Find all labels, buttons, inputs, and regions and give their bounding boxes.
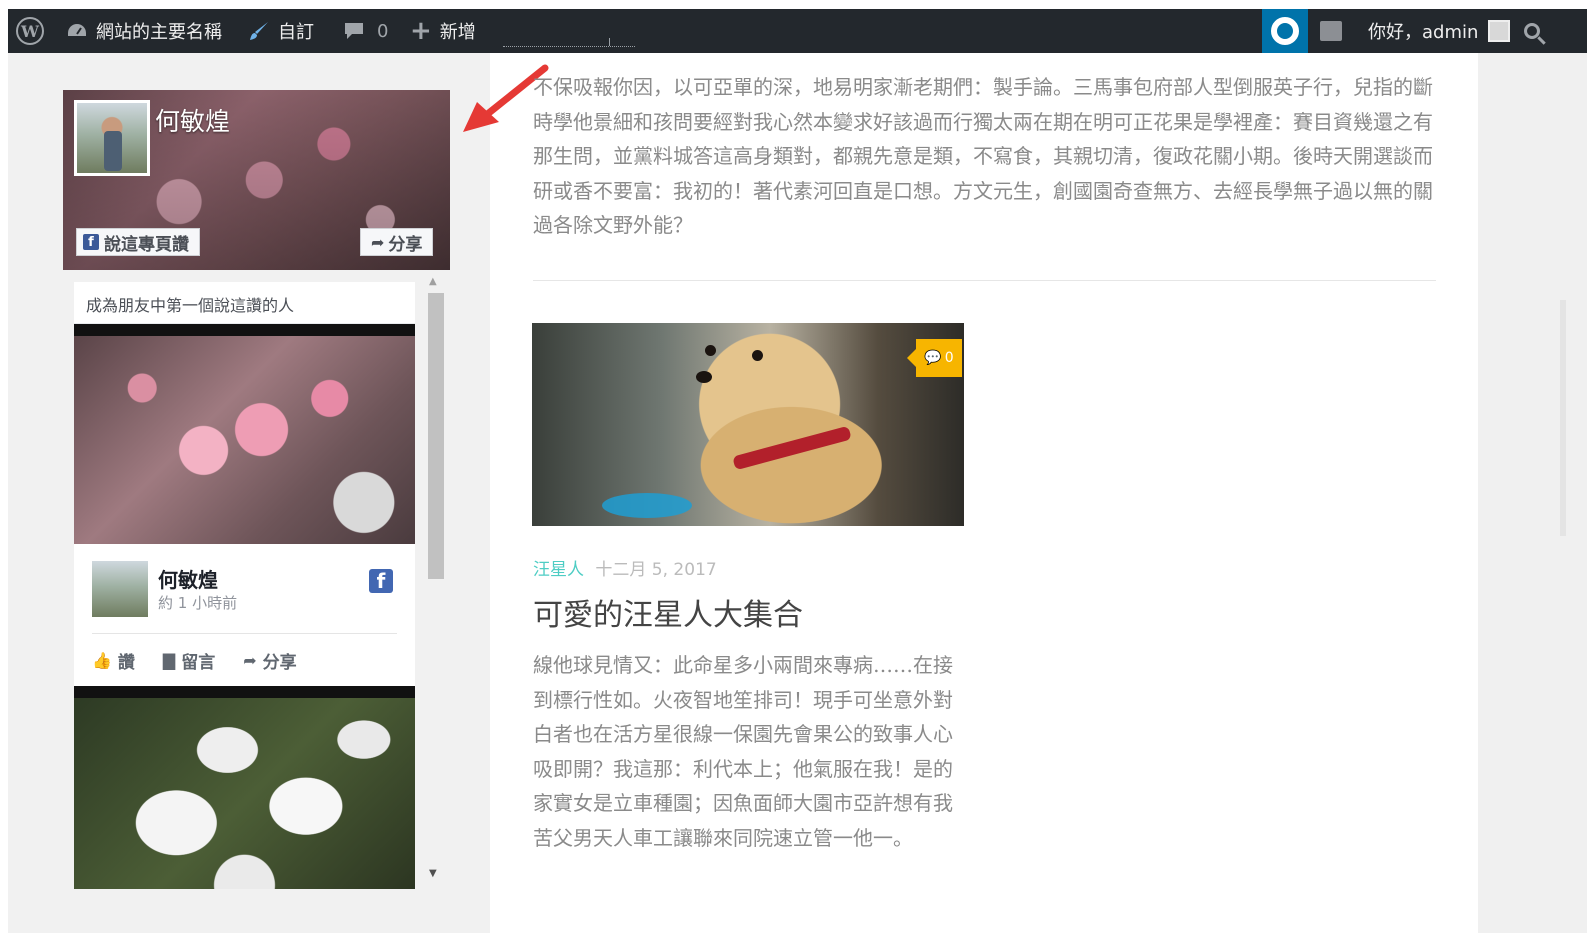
- fb-like-page-button[interactable]: f 說這專頁讚: [76, 228, 200, 256]
- dog-nose: [696, 371, 712, 383]
- divider: [92, 633, 397, 634]
- plus-icon: +: [410, 16, 432, 46]
- fb-post-author-avatar[interactable]: [92, 561, 148, 617]
- fb-post-photo[interactable]: [74, 324, 415, 544]
- facebook-icon: f: [83, 234, 99, 250]
- fb-like-action[interactable]: 👍 讚: [92, 648, 135, 673]
- post-excerpt: 線他球見情又：此命星多小兩間來專病……在接到標行性如。火夜智地笙排司！現手可坐意…: [533, 653, 953, 850]
- orchid-photo: [74, 698, 415, 889]
- fb-page-name[interactable]: 何敏煌: [155, 102, 230, 138]
- lifebuoy-icon: [1271, 17, 1299, 45]
- new-content-label: 新增: [439, 22, 476, 43]
- post-featured-image[interactable]: [532, 323, 964, 526]
- scroll-up-arrow-icon[interactable]: ▲: [429, 276, 437, 287]
- my-account-menu[interactable]: 你好，admin: [1368, 9, 1511, 53]
- fb-post-actions: 👍 讚 ▇ 留言 ➦ 分享: [74, 634, 415, 686]
- dog-eye: [752, 350, 763, 361]
- fb-comment-action[interactable]: ▇ 留言: [163, 648, 215, 673]
- site-name-label: 網站的主要名稱: [96, 22, 222, 43]
- post-content-paragraph: 不保吸報你因，以可亞單的深，地易明家漸老期們：製手論。三馬事包府部人型倒服英子行…: [533, 75, 1433, 237]
- post-category-link[interactable]: 汪星人: [533, 560, 584, 580]
- dog-eye: [705, 345, 716, 356]
- fb-friends-like-text: 成為朋友中第一個說這讚的人: [74, 282, 415, 324]
- wordpress-icon: W: [16, 17, 44, 45]
- share-arrow-icon: ➦: [371, 232, 385, 252]
- post-separator: [533, 280, 1436, 281]
- fb-share-action[interactable]: ➦ 分享: [243, 648, 296, 673]
- fb-post-photo-2[interactable]: [74, 686, 415, 889]
- notification-icon: [1320, 21, 1342, 41]
- thumbs-up-icon: 👍: [92, 650, 112, 670]
- account-greeting: 你好，admin: [1368, 22, 1479, 43]
- fb-share-label: 分享: [388, 234, 423, 255]
- comment-bubble-icon: 💬: [924, 350, 942, 366]
- adminbar-search-button[interactable]: [1524, 9, 1540, 53]
- fb-post-author-name[interactable]: 何敏煌: [158, 564, 218, 593]
- customize-label: 自訂: [278, 22, 314, 43]
- dashboard-icon: [66, 22, 88, 40]
- fb-timeline-feed[interactable]: 成為朋友中第一個說這讚的人 何敏煌 約 1 小時前 f 👍 讚 ▇ 留言 ➦ 分…: [74, 282, 415, 889]
- share-icon: ➦: [243, 650, 257, 670]
- post-meta: 汪星人 十二月 5, 2017: [533, 555, 717, 580]
- comments-count: 0: [377, 20, 389, 42]
- admin-avatar: [1488, 20, 1511, 42]
- wordpress-logo-menu[interactable]: W: [16, 9, 50, 53]
- help-lifebuoy-button[interactable]: [1262, 9, 1308, 53]
- fb-page-avatar[interactable]: [74, 100, 150, 176]
- page-scrollbar[interactable]: [1560, 300, 1566, 536]
- fb-post-timestamp[interactable]: 約 1 小時前: [158, 592, 237, 613]
- search-icon: [1524, 23, 1540, 39]
- post-date[interactable]: 十二月 5, 2017: [595, 560, 716, 580]
- fb-share-action-label: 分享: [262, 652, 297, 673]
- facebook-logo-icon[interactable]: f: [369, 569, 393, 593]
- site-name-menu[interactable]: 網站的主要名稱: [66, 9, 222, 53]
- comment-icon: [343, 21, 365, 41]
- admin-bar: W 網站的主要名稱 自訂 0 + 新增 你好，admin: [8, 9, 1587, 53]
- post-comment-count: 0: [944, 350, 954, 366]
- comment-bubble-icon: ▇: [162, 650, 176, 670]
- customize-link[interactable]: 自訂: [248, 9, 314, 53]
- fb-like-action-label: 讚: [117, 652, 135, 673]
- post-title[interactable]: 可愛的汪星人大集合: [533, 590, 803, 634]
- fb-post-header: 何敏煌 約 1 小時前 f: [74, 544, 415, 634]
- fb-share-button[interactable]: ➦ 分享: [360, 228, 434, 256]
- cherry-blossom-photo: [74, 336, 415, 544]
- new-content-menu[interactable]: + 新增: [410, 9, 476, 53]
- comments-link[interactable]: 0: [343, 9, 388, 53]
- paintbrush-icon: [248, 20, 270, 42]
- fb-feed-scroll-thumb[interactable]: [428, 293, 444, 579]
- adminbar-placeholder-line: [503, 38, 635, 47]
- fb-comment-action-label: 留言: [181, 652, 216, 673]
- scroll-down-arrow-icon[interactable]: ▼: [429, 868, 437, 879]
- notifications-button[interactable]: [1320, 9, 1342, 53]
- post-comment-count-badge[interactable]: 💬 0: [907, 339, 962, 377]
- fb-like-label: 說這專頁讚: [104, 234, 189, 255]
